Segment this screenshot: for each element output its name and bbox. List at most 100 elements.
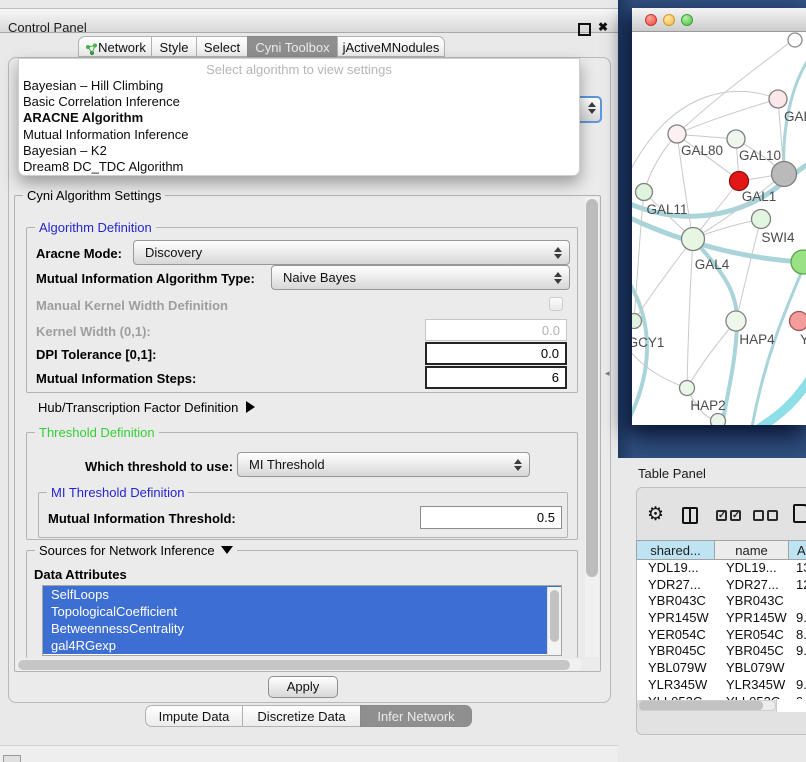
table-cell[interactable]: 9. (789, 677, 806, 694)
table-row[interactable]: YDR27...YDR27...12 (637, 577, 806, 594)
table-cell[interactable]: 9. (789, 610, 806, 627)
network-node-hap2[interactable] (680, 381, 695, 396)
which-threshold-select[interactable]: MI Threshold (237, 452, 530, 477)
algorithm-option[interactable]: Bayesian – K2 (19, 143, 579, 159)
dpi-tolerance-input[interactable] (425, 342, 567, 365)
tab-style[interactable]: Style (151, 36, 197, 57)
data-attributes-listbox[interactable]: SelfLoopsTopologicalCoefficientBetweenne… (42, 585, 562, 656)
table-row[interactable]: YBL079WYBL079W (637, 660, 806, 677)
network-node-gal10[interactable] (727, 130, 745, 148)
settings-vertical-scrollbar-thumb[interactable] (586, 199, 598, 577)
checked-box-icon[interactable]: ✓ (730, 510, 741, 521)
tab-network[interactable]: Network (78, 36, 152, 57)
table-cell[interactable]: 9. (789, 643, 806, 660)
new-table-icon[interactable] (793, 504, 806, 523)
unchecked-box-icon[interactable] (753, 510, 764, 521)
table-row[interactable]: YBR045CYBR045C9. (637, 643, 806, 660)
table-cell[interactable]: YLR345W (637, 677, 715, 694)
mi-algorithm-type-select[interactable]: Naive Bayes (271, 265, 570, 290)
tab-select[interactable]: Select (196, 36, 248, 57)
table-cell[interactable]: YPR145W (637, 610, 715, 627)
table-cell[interactable]: YER054C (637, 627, 715, 644)
attribute-list-item[interactable]: BetweennessCentrality (43, 620, 561, 637)
table-row[interactable]: YDL19...YDL19...13 (637, 560, 806, 577)
network-node[interactable] (791, 250, 806, 274)
column-header-shared-name[interactable]: shared... (636, 540, 714, 560)
network-node[interactable] (772, 162, 797, 187)
table-cell[interactable]: YDL19... (715, 560, 789, 577)
network-node-gal80[interactable] (668, 125, 686, 143)
table-cell[interactable]: YBL079W (637, 660, 715, 677)
expand-right-icon[interactable] (246, 401, 255, 413)
tab-cyni-toolbox[interactable]: Cyni Toolbox (247, 36, 338, 57)
network-node-gcy1[interactable] (632, 314, 642, 329)
network-node[interactable] (711, 414, 726, 426)
table-cell[interactable]: 8. (789, 627, 806, 644)
table-cell[interactable]: 12 (789, 577, 806, 594)
table-cell[interactable]: 13 (789, 560, 806, 577)
corner-widget-icon[interactable] (3, 755, 21, 762)
table-cell[interactable]: YLR345W (715, 677, 789, 694)
close-traffic-light-icon[interactable] (645, 14, 657, 26)
network-node-hap4[interactable] (726, 311, 746, 331)
gear-icon[interactable]: ⚙ (647, 504, 664, 526)
network-node-gal4[interactable] (682, 228, 705, 251)
column-view-icon[interactable] (682, 507, 698, 524)
network-node-gal11[interactable] (636, 184, 653, 201)
table-row[interactable]: YER054CYER054C8. (637, 627, 806, 644)
table-cell[interactable] (789, 660, 806, 677)
table-cell[interactable]: YDR27... (715, 577, 789, 594)
panel-resize-grip[interactable]: ◂ (605, 368, 612, 378)
network-node-swi4[interactable] (752, 210, 771, 229)
listbox-scrollbar-thumb[interactable] (550, 590, 559, 642)
network-node-gal[interactable] (769, 90, 787, 108)
attribute-list-item[interactable]: gal4RGexp (43, 637, 561, 654)
apply-button[interactable]: Apply (268, 676, 338, 698)
algorithm-option[interactable]: Basic Correlation Inference (19, 94, 579, 110)
tab-discretize-data[interactable]: Discretize Data (242, 705, 361, 727)
table-cell[interactable]: YBL079W (715, 660, 789, 677)
mi-threshold-input[interactable] (420, 506, 562, 529)
table-row[interactable]: YLR345WYLR345W9. (637, 677, 806, 694)
algorithm-option[interactable]: Dream8 DC_TDC Algorithm (19, 159, 579, 175)
mi-steps-input[interactable] (425, 366, 567, 389)
float-window-icon[interactable] (578, 23, 591, 36)
attribute-list-item[interactable]: SelfLoops (43, 586, 561, 603)
table-cell[interactable] (789, 593, 806, 610)
checked-box-icon[interactable]: ✓ (716, 510, 727, 521)
network-node-y[interactable] (790, 312, 806, 331)
network-node-gal1[interactable] (730, 172, 749, 191)
settings-horizontal-scrollbar-thumb[interactable] (18, 660, 570, 670)
aracne-mode-select[interactable]: Discovery (133, 240, 570, 265)
minimize-traffic-light-icon[interactable] (663, 14, 675, 26)
collapse-down-icon[interactable] (221, 546, 233, 554)
table-cell[interactable]: YPR145W (715, 610, 789, 627)
network-node[interactable] (788, 33, 802, 47)
network-canvas[interactable]: GALGAL80GAL10GAL1GAL11SWI4GAL4GCY1HAP4YH… (632, 31, 806, 425)
table-horizontal-scrollbar-thumb[interactable] (639, 701, 763, 710)
zoom-traffic-light-icon[interactable] (681, 14, 693, 26)
close-icon[interactable]: ✖ (598, 22, 609, 33)
algorithm-option[interactable]: Mutual Information Inference (19, 127, 579, 143)
table-cell[interactable]: YER054C (715, 627, 789, 644)
algorithm-option[interactable]: ARACNE Algorithm (19, 110, 579, 126)
listbox-scrollbar[interactable] (547, 587, 561, 656)
tab-impute-data[interactable]: Impute Data (145, 705, 243, 727)
attribute-list-item[interactable]: TopologicalCoefficient (43, 603, 561, 620)
column-header-partial[interactable]: A (788, 540, 806, 560)
sources-label[interactable]: Sources for Network Inference (35, 543, 237, 558)
unchecked-box-icon[interactable] (767, 510, 778, 521)
hub-definition-toggle[interactable]: Hub/Transcription Factor Definition (38, 400, 255, 415)
table-cell[interactable]: YBR045C (715, 643, 789, 660)
table-cell[interactable]: YBR043C (715, 593, 789, 610)
algorithm-option[interactable]: Bayesian – Hill Climbing (19, 78, 579, 94)
table-cell[interactable]: YBR043C (637, 593, 715, 610)
tab-infer-network[interactable]: Infer Network (360, 705, 472, 727)
table-cell[interactable]: YDL19... (637, 560, 715, 577)
table-cell[interactable]: YDR27... (637, 577, 715, 594)
table-cell[interactable]: YBR045C (637, 643, 715, 660)
tab-jactivemnodules[interactable]: jActiveMNodules (337, 36, 445, 57)
table-row[interactable]: YPR145WYPR145W9. (637, 610, 806, 627)
column-header-name[interactable]: name (714, 540, 788, 560)
table-row[interactable]: YBR043CYBR043C (637, 593, 806, 610)
